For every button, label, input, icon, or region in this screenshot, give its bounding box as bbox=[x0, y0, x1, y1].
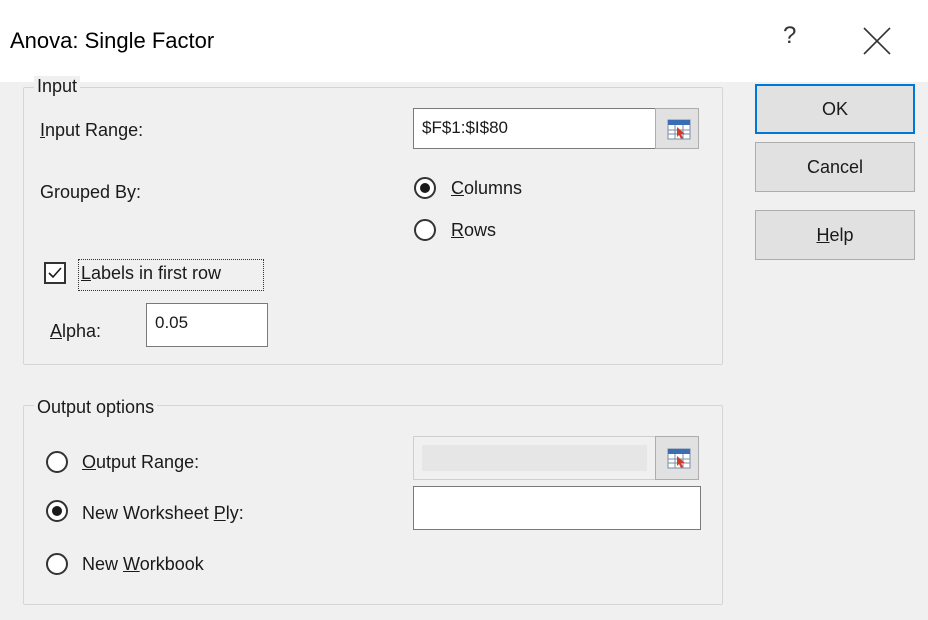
output-range-inner bbox=[422, 445, 647, 471]
alpha-field[interactable]: 0.05 bbox=[146, 303, 268, 347]
input-range-field[interactable]: $F$1:$I$80 bbox=[413, 108, 656, 149]
output-range-field[interactable] bbox=[413, 436, 656, 480]
rows-radio[interactable] bbox=[414, 219, 436, 241]
new-workbook-radio[interactable] bbox=[46, 553, 68, 575]
labels-first-row-checkbox[interactable] bbox=[44, 262, 66, 284]
collapse-dialog-icon bbox=[667, 119, 691, 140]
labels-first-row-label[interactable]: Labels in first row bbox=[81, 263, 221, 284]
output-range-selector-button[interactable] bbox=[655, 436, 699, 480]
new-worksheet-ply-field[interactable] bbox=[413, 486, 701, 530]
columns-radio[interactable] bbox=[414, 177, 436, 199]
input-range-selector-button[interactable] bbox=[655, 108, 699, 149]
input-group-legend: Input bbox=[34, 76, 81, 97]
rows-radio-label[interactable]: Rows bbox=[451, 220, 496, 241]
close-icon[interactable] bbox=[860, 24, 896, 60]
dialog-title: Anova: Single Factor bbox=[10, 28, 215, 53]
new-worksheet-ply-radio[interactable] bbox=[46, 500, 68, 522]
anova-dialog: Anova: Single Factor ? Input Input Range… bbox=[0, 0, 928, 620]
columns-radio-label[interactable]: Columns bbox=[451, 178, 522, 199]
help-button[interactable]: Help bbox=[755, 210, 915, 260]
output-group-legend: Output options bbox=[34, 397, 158, 418]
title-bar: Anova: Single Factor ? bbox=[0, 0, 928, 82]
checkmark-icon bbox=[48, 267, 62, 279]
output-range-radio[interactable] bbox=[46, 451, 68, 473]
grouped-by-label: Grouped By: bbox=[40, 182, 142, 202]
input-range-label: Input Range: bbox=[40, 120, 144, 140]
alpha-value: 0.05 bbox=[155, 313, 189, 332]
help-icon[interactable]: ? bbox=[783, 22, 796, 50]
alpha-label: Alpha: bbox=[50, 321, 102, 341]
cancel-button[interactable]: Cancel bbox=[755, 142, 915, 192]
input-range-value: $F$1:$I$80 bbox=[422, 118, 509, 137]
collapse-dialog-icon bbox=[667, 448, 691, 469]
output-range-label[interactable]: Output Range: bbox=[82, 452, 199, 473]
ok-button[interactable]: OK bbox=[755, 84, 915, 134]
new-workbook-label[interactable]: New Workbook bbox=[82, 554, 204, 575]
new-worksheet-ply-label[interactable]: New Worksheet Ply: bbox=[82, 503, 244, 524]
